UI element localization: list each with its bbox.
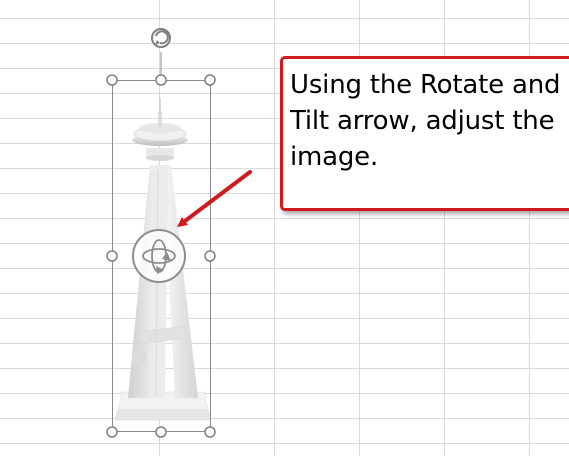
instruction-callout: Using the Rotate and Tilt arrow, adjust … <box>280 56 569 211</box>
worksheet-canvas: Using the Rotate and Tilt arrow, adjust … <box>0 0 569 456</box>
resize-handle-bottom-center[interactable] <box>155 426 167 438</box>
resize-handle-top-center[interactable] <box>155 74 167 86</box>
resize-handle-middle-right[interactable] <box>204 250 216 262</box>
resize-handle-bottom-left[interactable] <box>106 426 118 438</box>
rotate-tilt-icon[interactable] <box>132 229 186 283</box>
resize-handle-top-left[interactable] <box>106 74 118 86</box>
pointer-arrow <box>177 170 252 228</box>
rotate-icon[interactable] <box>151 28 171 48</box>
resize-handle-bottom-right[interactable] <box>204 426 216 438</box>
resize-handle-middle-left[interactable] <box>106 250 118 262</box>
resize-handle-top-right[interactable] <box>204 74 216 86</box>
callout-text: Using the Rotate and Tilt arrow, adjust … <box>290 70 561 172</box>
